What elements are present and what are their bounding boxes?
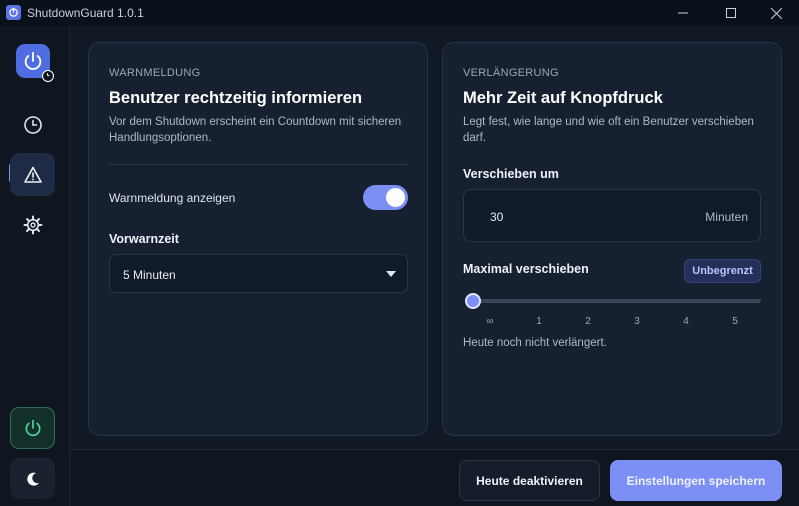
- close-icon: [770, 7, 782, 19]
- slider-tick-label: 4: [683, 316, 689, 327]
- warning-toggle[interactable]: [363, 185, 408, 210]
- prewarn-value: 5 Minuten: [123, 268, 176, 282]
- extension-title: Mehr Zeit auf Knopfdruck: [463, 89, 663, 107]
- slider-tick-label: 5: [732, 316, 738, 327]
- app-title: ShutdownGuard 1.0.1: [27, 6, 144, 20]
- warning-description: Vor dem Shutdown erscheint ein Countdown…: [109, 116, 402, 144]
- postpone-input[interactable]: 30 Minuten: [463, 189, 761, 242]
- warning-section-label: WARNMELDUNG: [109, 67, 201, 79]
- gear-icon: [23, 215, 42, 234]
- minimize-button[interactable]: [660, 0, 706, 26]
- warning-card: WARNMELDUNG Benutzer rechtzeitig informi…: [88, 42, 428, 436]
- moon-icon: [26, 472, 39, 486]
- slider-thumb[interactable]: [465, 293, 481, 309]
- power-icon: [25, 419, 40, 437]
- sidebar: [0, 26, 70, 506]
- title-bar: ShutdownGuard 1.0.1: [0, 0, 799, 26]
- unlimited-badge[interactable]: Unbegrenzt: [684, 259, 761, 283]
- postpone-unit: Minuten: [705, 210, 748, 224]
- nav-warning[interactable]: [10, 153, 55, 196]
- prewarn-label: Vorwarnzeit: [109, 232, 179, 246]
- power-logo-icon: [24, 51, 42, 70]
- theme-toggle-button[interactable]: [10, 458, 55, 499]
- deactivate-today-button[interactable]: Heute deaktivieren: [459, 460, 600, 501]
- clock-icon: [23, 115, 42, 134]
- nav-schedule[interactable]: [10, 103, 55, 146]
- chevron-down-icon: [386, 271, 396, 277]
- toggle-knob: [386, 188, 405, 207]
- postpone-value: 30: [490, 210, 504, 224]
- footer-bar: Heute deaktivieren Einstellungen speiche…: [71, 449, 799, 506]
- close-button[interactable]: [753, 0, 799, 26]
- extension-section-label: VERLÄNGERUNG: [463, 67, 559, 79]
- app-logo: [16, 44, 54, 82]
- prewarn-select[interactable]: 5 Minuten: [109, 254, 408, 293]
- slider-tick-label: 1: [536, 316, 542, 327]
- warning-toggle-label: Warnmeldung anzeigen: [109, 191, 236, 205]
- app-icon: [6, 5, 21, 20]
- extension-card: VERLÄNGERUNG Mehr Zeit auf Knopfdruck Le…: [442, 42, 782, 436]
- postpone-label: Verschieben um: [463, 167, 559, 181]
- minimize-icon: [678, 12, 688, 14]
- app-window: ShutdownGuard 1.0.1 WARNMELDUNG Benutzer…: [0, 0, 799, 506]
- maximize-icon: [726, 8, 736, 18]
- slider-tick-label: 3: [634, 316, 640, 327]
- maximize-button[interactable]: [708, 0, 754, 26]
- shutdown-button[interactable]: [10, 407, 55, 449]
- extension-status: Heute noch nicht verlängert.: [463, 337, 607, 349]
- extension-description: Legt fest, wie lange und wie oft ein Ben…: [463, 116, 754, 144]
- max-postpone-slider[interactable]: [465, 293, 761, 309]
- warning-title: Benutzer rechtzeitig informieren: [109, 89, 363, 107]
- slider-tick-label: 2: [585, 316, 591, 327]
- max-postpone-label: Maximal verschieben: [463, 262, 589, 276]
- slider-tick-label: ∞: [486, 316, 494, 327]
- divider: [109, 164, 407, 165]
- nav-settings[interactable]: [10, 203, 55, 246]
- save-settings-button[interactable]: Einstellungen speichern: [610, 460, 782, 501]
- clock-badge-icon: [42, 70, 54, 82]
- warning-icon: [23, 166, 42, 183]
